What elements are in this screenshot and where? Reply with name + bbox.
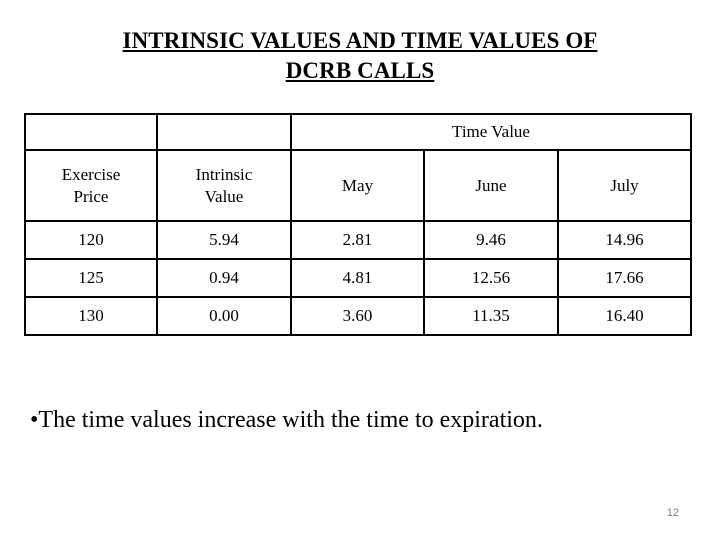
column-header-intrinsic-value-line1: Intrinsic (195, 164, 253, 184)
table-row: 130 0.00 3.60 11.35 16.40 (24, 296, 693, 336)
cell-exercise-price: 125 (24, 258, 158, 298)
bullet-point-text: •The time values increase with the time … (30, 407, 543, 433)
table-row: 120 5.94 2.81 9.46 14.96 (24, 220, 693, 260)
cell-exercise-price: 120 (24, 220, 158, 260)
column-header-intrinsic-value: Intrinsic Value (156, 149, 292, 222)
cell-june: 11.35 (423, 296, 559, 336)
column-header-may: May (290, 149, 425, 222)
cell-may: 4.81 (290, 258, 425, 298)
cell-intrinsic-value: 5.94 (156, 220, 292, 260)
page-number: 12 (666, 507, 680, 519)
cell-july: 14.96 (556, 220, 693, 260)
cell-june: 12.56 (423, 258, 559, 298)
column-header-exercise-price-line1: Exercise (61, 164, 121, 184)
page-title-line-2: DCRB CALLS (285, 58, 435, 83)
cell-intrinsic-value: 0.94 (156, 258, 292, 298)
column-header-exercise-price-line2: Price (73, 186, 109, 206)
cell-july: 17.66 (556, 258, 693, 298)
cell-june: 9.46 (423, 220, 559, 260)
cell-may: 3.60 (290, 296, 425, 336)
column-header-june: June (423, 149, 559, 222)
group-header-time-value: Time Value (289, 113, 693, 151)
values-table-container: Time Value Exercise Price Intrinsic Valu… (24, 113, 693, 336)
cell-may: 2.81 (290, 220, 425, 260)
table-row: 125 0.94 4.81 12.56 17.66 (24, 258, 693, 298)
column-header-intrinsic-value-line2: Value (204, 186, 244, 206)
intrinsic-time-values-table: Time Value Exercise Price Intrinsic Valu… (24, 113, 693, 336)
column-header-exercise-price: Exercise Price (24, 149, 158, 222)
group-header-blank-intrinsic (156, 113, 292, 151)
page-title-line-1: INTRINSIC VALUES AND TIME VALUES OF (122, 28, 598, 53)
column-header-july: July (556, 149, 693, 222)
cell-intrinsic-value: 0.00 (156, 296, 292, 336)
page-title: INTRINSIC VALUES AND TIME VALUES OF DCRB… (0, 26, 720, 86)
cell-exercise-price: 130 (24, 296, 158, 336)
table-group-header-row: Time Value (24, 113, 693, 151)
cell-july: 16.40 (556, 296, 693, 336)
group-header-blank-exercise (24, 113, 158, 151)
table-column-header-row: Exercise Price Intrinsic Value May June … (24, 149, 693, 222)
